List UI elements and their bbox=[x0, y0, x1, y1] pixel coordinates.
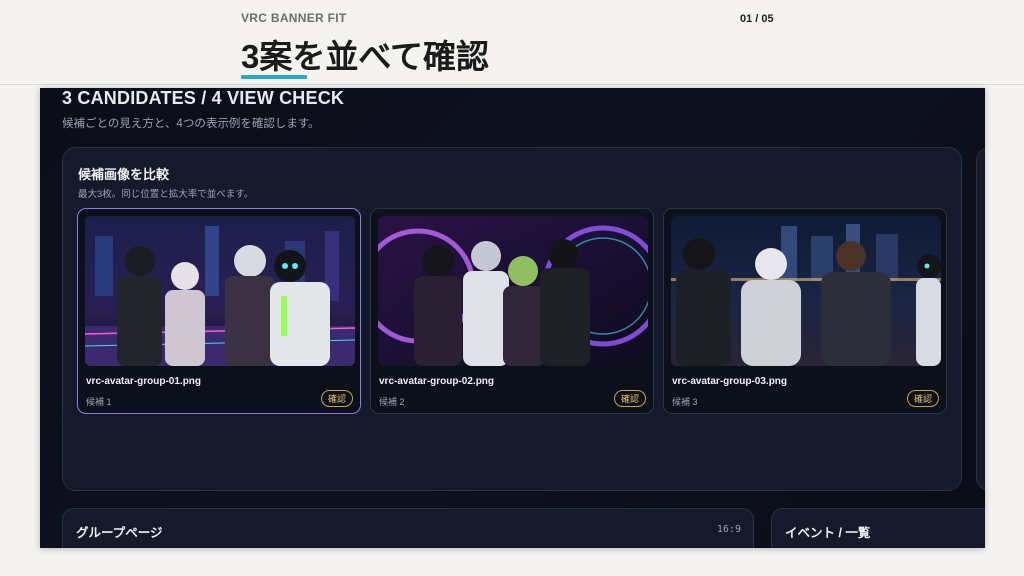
candidate-thumbnail-2[interactable] bbox=[378, 216, 648, 366]
app-heading: 3 CANDIDATES / 4 VIEW CHECK bbox=[62, 88, 345, 108]
confirm-button[interactable]: 確認 bbox=[320, 390, 353, 407]
eyebrow-label: VRC BANNER FIT bbox=[241, 11, 347, 25]
page-title: 3案を並べて確認 bbox=[241, 38, 490, 75]
side-panel-edge bbox=[976, 147, 985, 491]
candidate-filename: vrc-avatar-group-01.png bbox=[86, 376, 202, 387]
app-subheading: 候補ごとの見え方と、4つの表示例を確認します。 bbox=[62, 118, 320, 130]
group-page-card[interactable]: グループページ 16:9 bbox=[62, 508, 754, 548]
compare-panel: 候補画像を比較 最大3枚。同じ位置と拡大率で並べます。 vrc-avatar-g… bbox=[62, 147, 962, 491]
candidate-label: 候補 2 bbox=[379, 397, 405, 407]
panel-subtitle: 最大3枚。同じ位置と拡大率で並べます。 bbox=[78, 189, 254, 200]
candidate-label: 候補 3 bbox=[672, 397, 698, 407]
panel-title: 候補画像を比較 bbox=[78, 167, 170, 182]
candidate-filename: vrc-avatar-group-03.png bbox=[672, 376, 788, 387]
candidate-card-3[interactable]: vrc-avatar-group-03.png 候補 3 確認 bbox=[663, 208, 947, 414]
confirm-button[interactable]: 確認 bbox=[906, 390, 939, 407]
slide-header: VRC BANNER FIT 3案を並べて確認 01 / 05 bbox=[0, 0, 1024, 85]
candidate-label: 候補 1 bbox=[86, 397, 112, 407]
candidate-card-1[interactable]: vrc-avatar-group-01.png 候補 1 確認 bbox=[77, 208, 361, 414]
group-page-title: グループページ bbox=[76, 526, 163, 540]
candidate-thumbnail-1[interactable] bbox=[85, 216, 355, 366]
confirm-button[interactable]: 確認 bbox=[613, 390, 646, 407]
event-list-title: イベント / 一覧 bbox=[785, 526, 871, 540]
title-underline bbox=[241, 75, 307, 79]
app-screenshot: 3 CANDIDATES / 4 VIEW CHECK 候補ごとの見え方と、4つ… bbox=[40, 88, 985, 548]
candidate-thumbnail-3[interactable] bbox=[671, 216, 941, 366]
candidate-card-2[interactable]: vrc-avatar-group-02.png 候補 2 確認 bbox=[370, 208, 654, 414]
candidate-filename: vrc-avatar-group-02.png bbox=[379, 376, 495, 387]
event-list-card[interactable]: イベント / 一覧 bbox=[771, 508, 985, 548]
aspect-ratio-label: 16:9 bbox=[716, 524, 741, 535]
page-counter: 01 / 05 bbox=[740, 13, 774, 25]
